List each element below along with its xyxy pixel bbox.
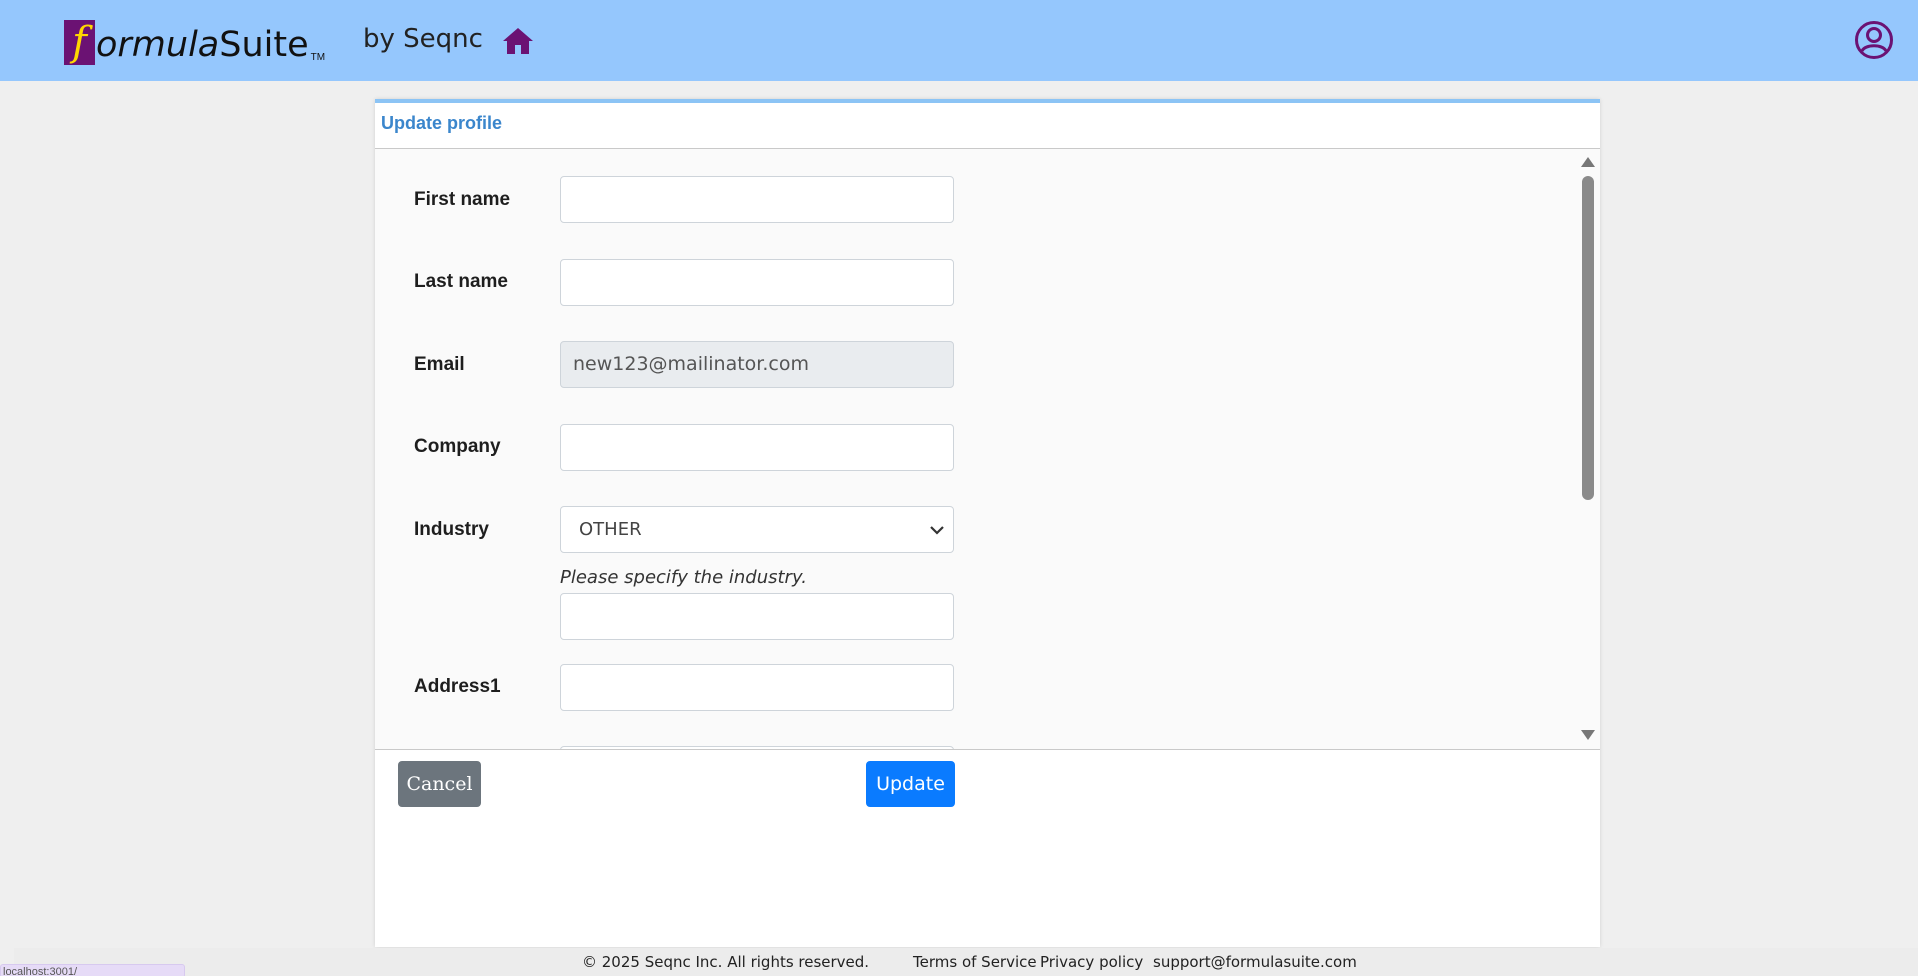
panel-title: Update profile <box>381 113 503 133</box>
last-name-label: Last name <box>414 271 508 292</box>
industry-hint: Please specify the industry. <box>560 567 807 588</box>
copyright-text: © 2025 Seqnc Inc. All rights reserved. <box>582 953 870 971</box>
industry-label: Industry <box>414 519 489 540</box>
scroll-down-arrow-icon[interactable] <box>1581 730 1595 740</box>
user-circle-icon[interactable] <box>1854 20 1894 60</box>
first-name-label: First name <box>414 189 511 210</box>
first-name-input[interactable] <box>560 176 954 223</box>
top-nav-bar: f ormulaSuite TM by Seqnc <box>0 0 1918 81</box>
logo-wordmark: ormulaSuite <box>96 25 309 65</box>
status-url-tab: localhost:3001/ <box>0 964 185 976</box>
cancel-button[interactable]: Cancel <box>398 761 481 807</box>
industry-selected-value: OTHER <box>579 519 642 540</box>
email-label: Email <box>414 354 465 375</box>
scrollbar-thumb[interactable] <box>1582 176 1594 500</box>
update-profile-panel: Update profile First name Last name Emai… <box>375 99 1600 947</box>
industry-select[interactable]: OTHER <box>560 506 954 553</box>
address1-label: Address1 <box>414 676 501 697</box>
address1-input[interactable] <box>560 664 954 711</box>
privacy-link[interactable]: Privacy policy <box>1040 953 1143 971</box>
company-label: Company <box>414 436 501 457</box>
support-email-link[interactable]: support@formulasuite.com <box>1153 953 1357 971</box>
logo-trademark: TM <box>310 52 326 63</box>
chevron-down-icon <box>930 526 944 535</box>
company-input[interactable] <box>560 424 954 471</box>
form-scroll-area[interactable]: First name Last name Email new123@mailin… <box>375 149 1600 749</box>
logo-f-mark: f <box>64 20 95 65</box>
terms-link[interactable]: Terms of Service <box>913 953 1037 971</box>
update-button[interactable]: Update <box>866 761 955 807</box>
byline-text: by Seqnc <box>363 24 483 54</box>
scroll-up-arrow-icon[interactable] <box>1581 157 1595 167</box>
email-input: new123@mailinator.com <box>560 341 954 388</box>
last-name-input[interactable] <box>560 259 954 306</box>
formulasuite-logo[interactable]: f ormulaSuite TM <box>64 19 325 65</box>
divider <box>375 749 1600 750</box>
industry-other-input[interactable] <box>560 593 954 640</box>
home-icon[interactable] <box>502 26 534 56</box>
